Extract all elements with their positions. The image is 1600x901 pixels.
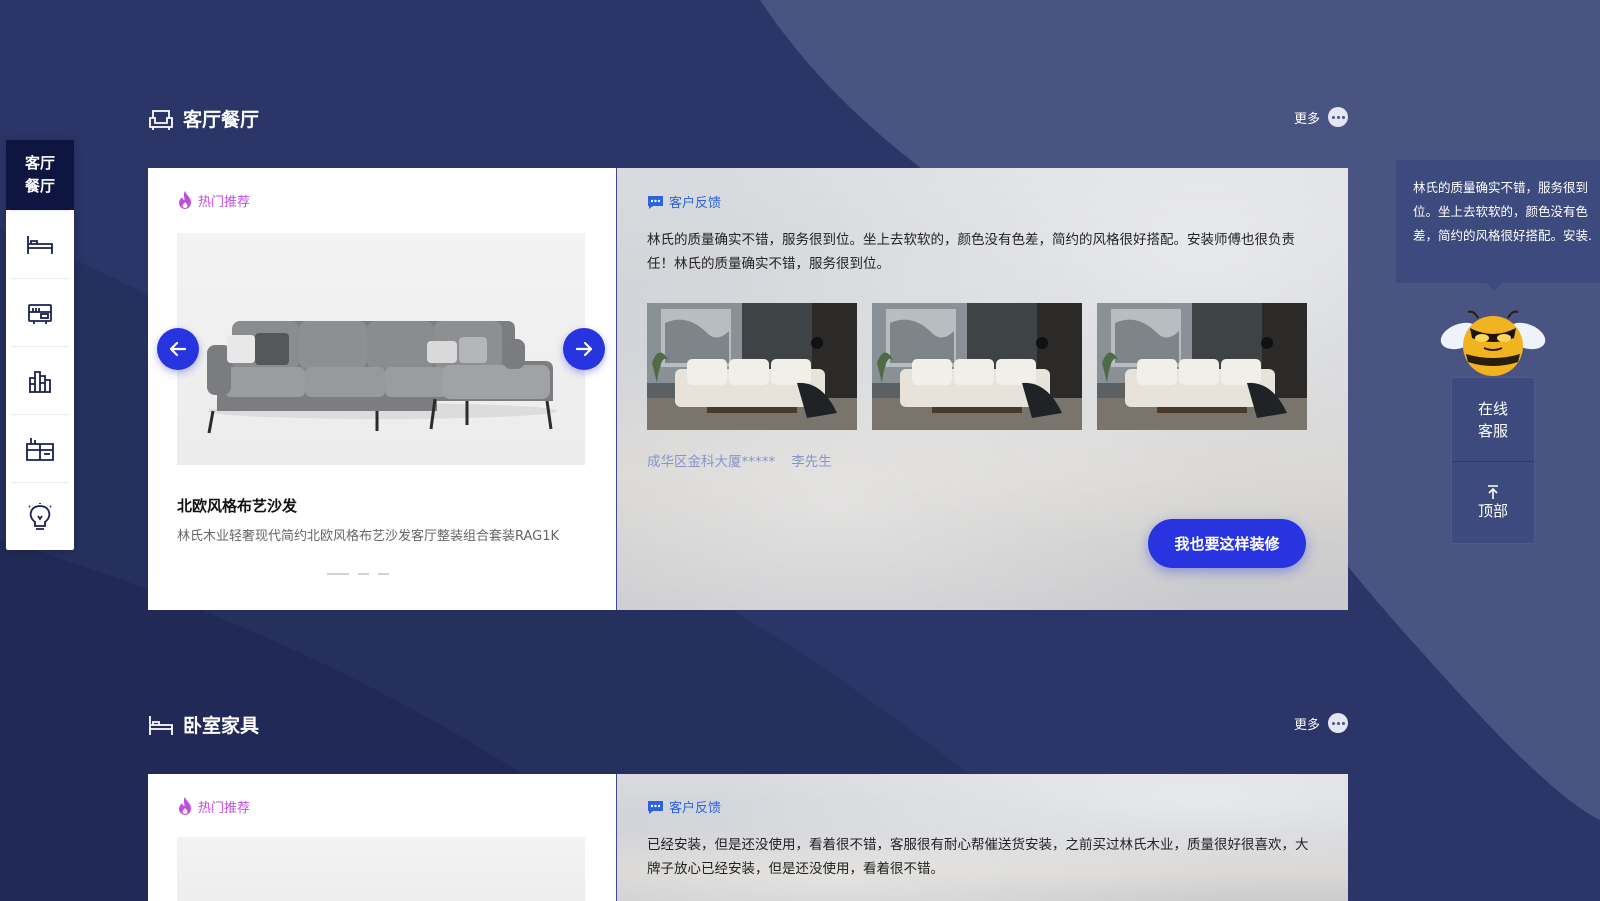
more-dots-icon <box>1328 713 1348 733</box>
flame-icon <box>179 797 191 815</box>
hot-recommend-label: 热门推荐 <box>198 800 251 816</box>
product-image[interactable] <box>177 837 585 901</box>
section-header-bedroom: 卧室家具 更多 <box>148 711 1348 741</box>
category-sidebar: 客厅 餐厅 <box>6 140 74 550</box>
more-link[interactable]: 更多 <box>1294 713 1348 733</box>
more-link[interactable]: 更多 <box>1294 107 1348 127</box>
tv-cabinet-icon <box>28 303 52 324</box>
chat-bubble-icon <box>648 800 663 814</box>
carousel-next-button[interactable] <box>563 328 605 370</box>
section-title-text: 客厅餐厅 <box>183 109 260 131</box>
feedback-photo[interactable] <box>1097 303 1307 430</box>
product-name: 北欧风格布艺沙发 <box>177 497 298 515</box>
cabinet-icon <box>26 437 54 461</box>
customer-feedback-panel: 客户反馈 已经安装，但是还没使用，看着很不错，客服很有耐心帮催送货安装，之前买过… <box>617 774 1348 901</box>
bookshelf-icon <box>29 370 51 393</box>
carousel-dot[interactable] <box>327 573 349 575</box>
customer-feedback-tag: 客户反馈 <box>647 192 721 211</box>
lightbulb-icon <box>28 502 52 530</box>
bee-mascot-icon[interactable] <box>1438 306 1548 386</box>
tooltip-text: 林氏的质量确实不错，服务很到位。坐上去软软的，颜色没有色差，简约的风格很好搭配。… <box>1413 180 1592 243</box>
section-title-text: 卧室家具 <box>183 715 260 737</box>
section-card-living-dining: 热门推荐 北欧风格布艺沙发 林氏木业轻奢现代简约北欧风格布艺沙发客厅整装组合套装… <box>148 168 1348 610</box>
more-label: 更多 <box>1293 111 1320 127</box>
floating-service-panel: 在线 客服 顶部 <box>1451 377 1535 544</box>
feedback-meta: 成华区金科大厦***** 李先生 <box>647 450 832 470</box>
feedback-text: 林氏的质量确实不错，服务很到位。坐上去软软的，颜色没有色差，简约的风格很好搭配。… <box>647 232 1295 272</box>
section-card-bedroom: 热门推荐 客户反馈 已经安装，但是还没使用，看着很不错，客服很有耐心帮催送货安装… <box>148 774 1348 901</box>
online-service-label-line2: 客服 <box>1477 421 1508 440</box>
sidebar-item-cabinet[interactable] <box>10 414 70 482</box>
flame-icon <box>179 191 191 209</box>
more-dots-icon <box>1328 107 1348 127</box>
bed-icon <box>148 712 174 738</box>
back-to-top-label: 顶部 <box>1477 502 1508 520</box>
sofa-icon <box>148 106 174 132</box>
carousel-indicators <box>327 573 389 575</box>
arrow-left-icon <box>169 341 187 357</box>
feedback-photo[interactable] <box>647 303 857 430</box>
sidebar-item-bookshelf[interactable] <box>10 346 70 414</box>
sidebar-item-lighting[interactable] <box>10 482 70 550</box>
customer-feedback-label: 客户反馈 <box>669 196 722 211</box>
back-to-top-button[interactable]: 顶部 <box>1452 461 1534 544</box>
customer-name: 李先生 <box>791 454 832 470</box>
hot-recommend-label: 热门推荐 <box>198 194 251 210</box>
feedback-photos <box>647 303 1307 430</box>
hot-recommend-tag: 热门推荐 <box>177 190 250 210</box>
feedback-tooltip: 林氏的质量确实不错，服务很到位。坐上去软软的，颜色没有色差，简约的风格很好搭配。… <box>1396 160 1600 291</box>
sidebar-item-living-dining[interactable]: 客厅 餐厅 <box>6 140 74 210</box>
product-description: 林氏木业轻奢现代简约北欧风格布艺沙发客厅整装组合套装RAG1K <box>177 529 560 544</box>
customer-feedback-panel: 客户反馈 林氏的质量确实不错，服务很到位。坐上去软软的，颜色没有色差，简约的风格… <box>617 168 1348 610</box>
bed-icon <box>27 235 53 254</box>
sidebar-active-label-line1: 客厅 <box>24 154 55 172</box>
customer-feedback-tag: 客户反馈 <box>647 797 721 816</box>
carousel-dot[interactable] <box>378 573 389 575</box>
sidebar-item-bedroom[interactable] <box>10 210 70 278</box>
arrow-right-icon <box>575 341 593 357</box>
feedback-photo[interactable] <box>872 303 1082 430</box>
section-title: 客厅餐厅 <box>148 105 259 132</box>
hot-recommend-panel: 热门推荐 <box>148 168 617 610</box>
same-decoration-button[interactable]: 我也要这样装修 <box>1148 519 1306 568</box>
section-title: 卧室家具 <box>148 711 259 738</box>
more-label: 更多 <box>1293 717 1320 733</box>
chat-bubble-icon <box>648 195 663 209</box>
carousel-prev-button[interactable] <box>157 328 199 370</box>
section-header-living-dining: 客厅餐厅 更多 <box>148 105 1348 135</box>
feedback-text: 已经安装，但是还没使用，看着很不错，客服很有耐心帮催送货安装，之前买过林氏木业，… <box>647 837 1309 877</box>
customer-location: 成华区金科大厦***** <box>647 454 776 470</box>
sidebar-item-tv-cabinet[interactable] <box>10 278 70 346</box>
customer-feedback-label: 客户反馈 <box>669 801 722 816</box>
online-service-label-line1: 在线 <box>1477 399 1508 418</box>
product-image[interactable] <box>177 233 585 465</box>
online-service-button[interactable]: 在线 客服 <box>1452 378 1534 461</box>
hot-recommend-panel: 热门推荐 <box>148 774 617 901</box>
carousel-dot[interactable] <box>358 573 369 575</box>
arrow-to-top-icon <box>1488 485 1498 499</box>
sidebar-active-label-line2: 餐厅 <box>24 177 55 195</box>
hot-recommend-tag: 热门推荐 <box>177 796 250 816</box>
